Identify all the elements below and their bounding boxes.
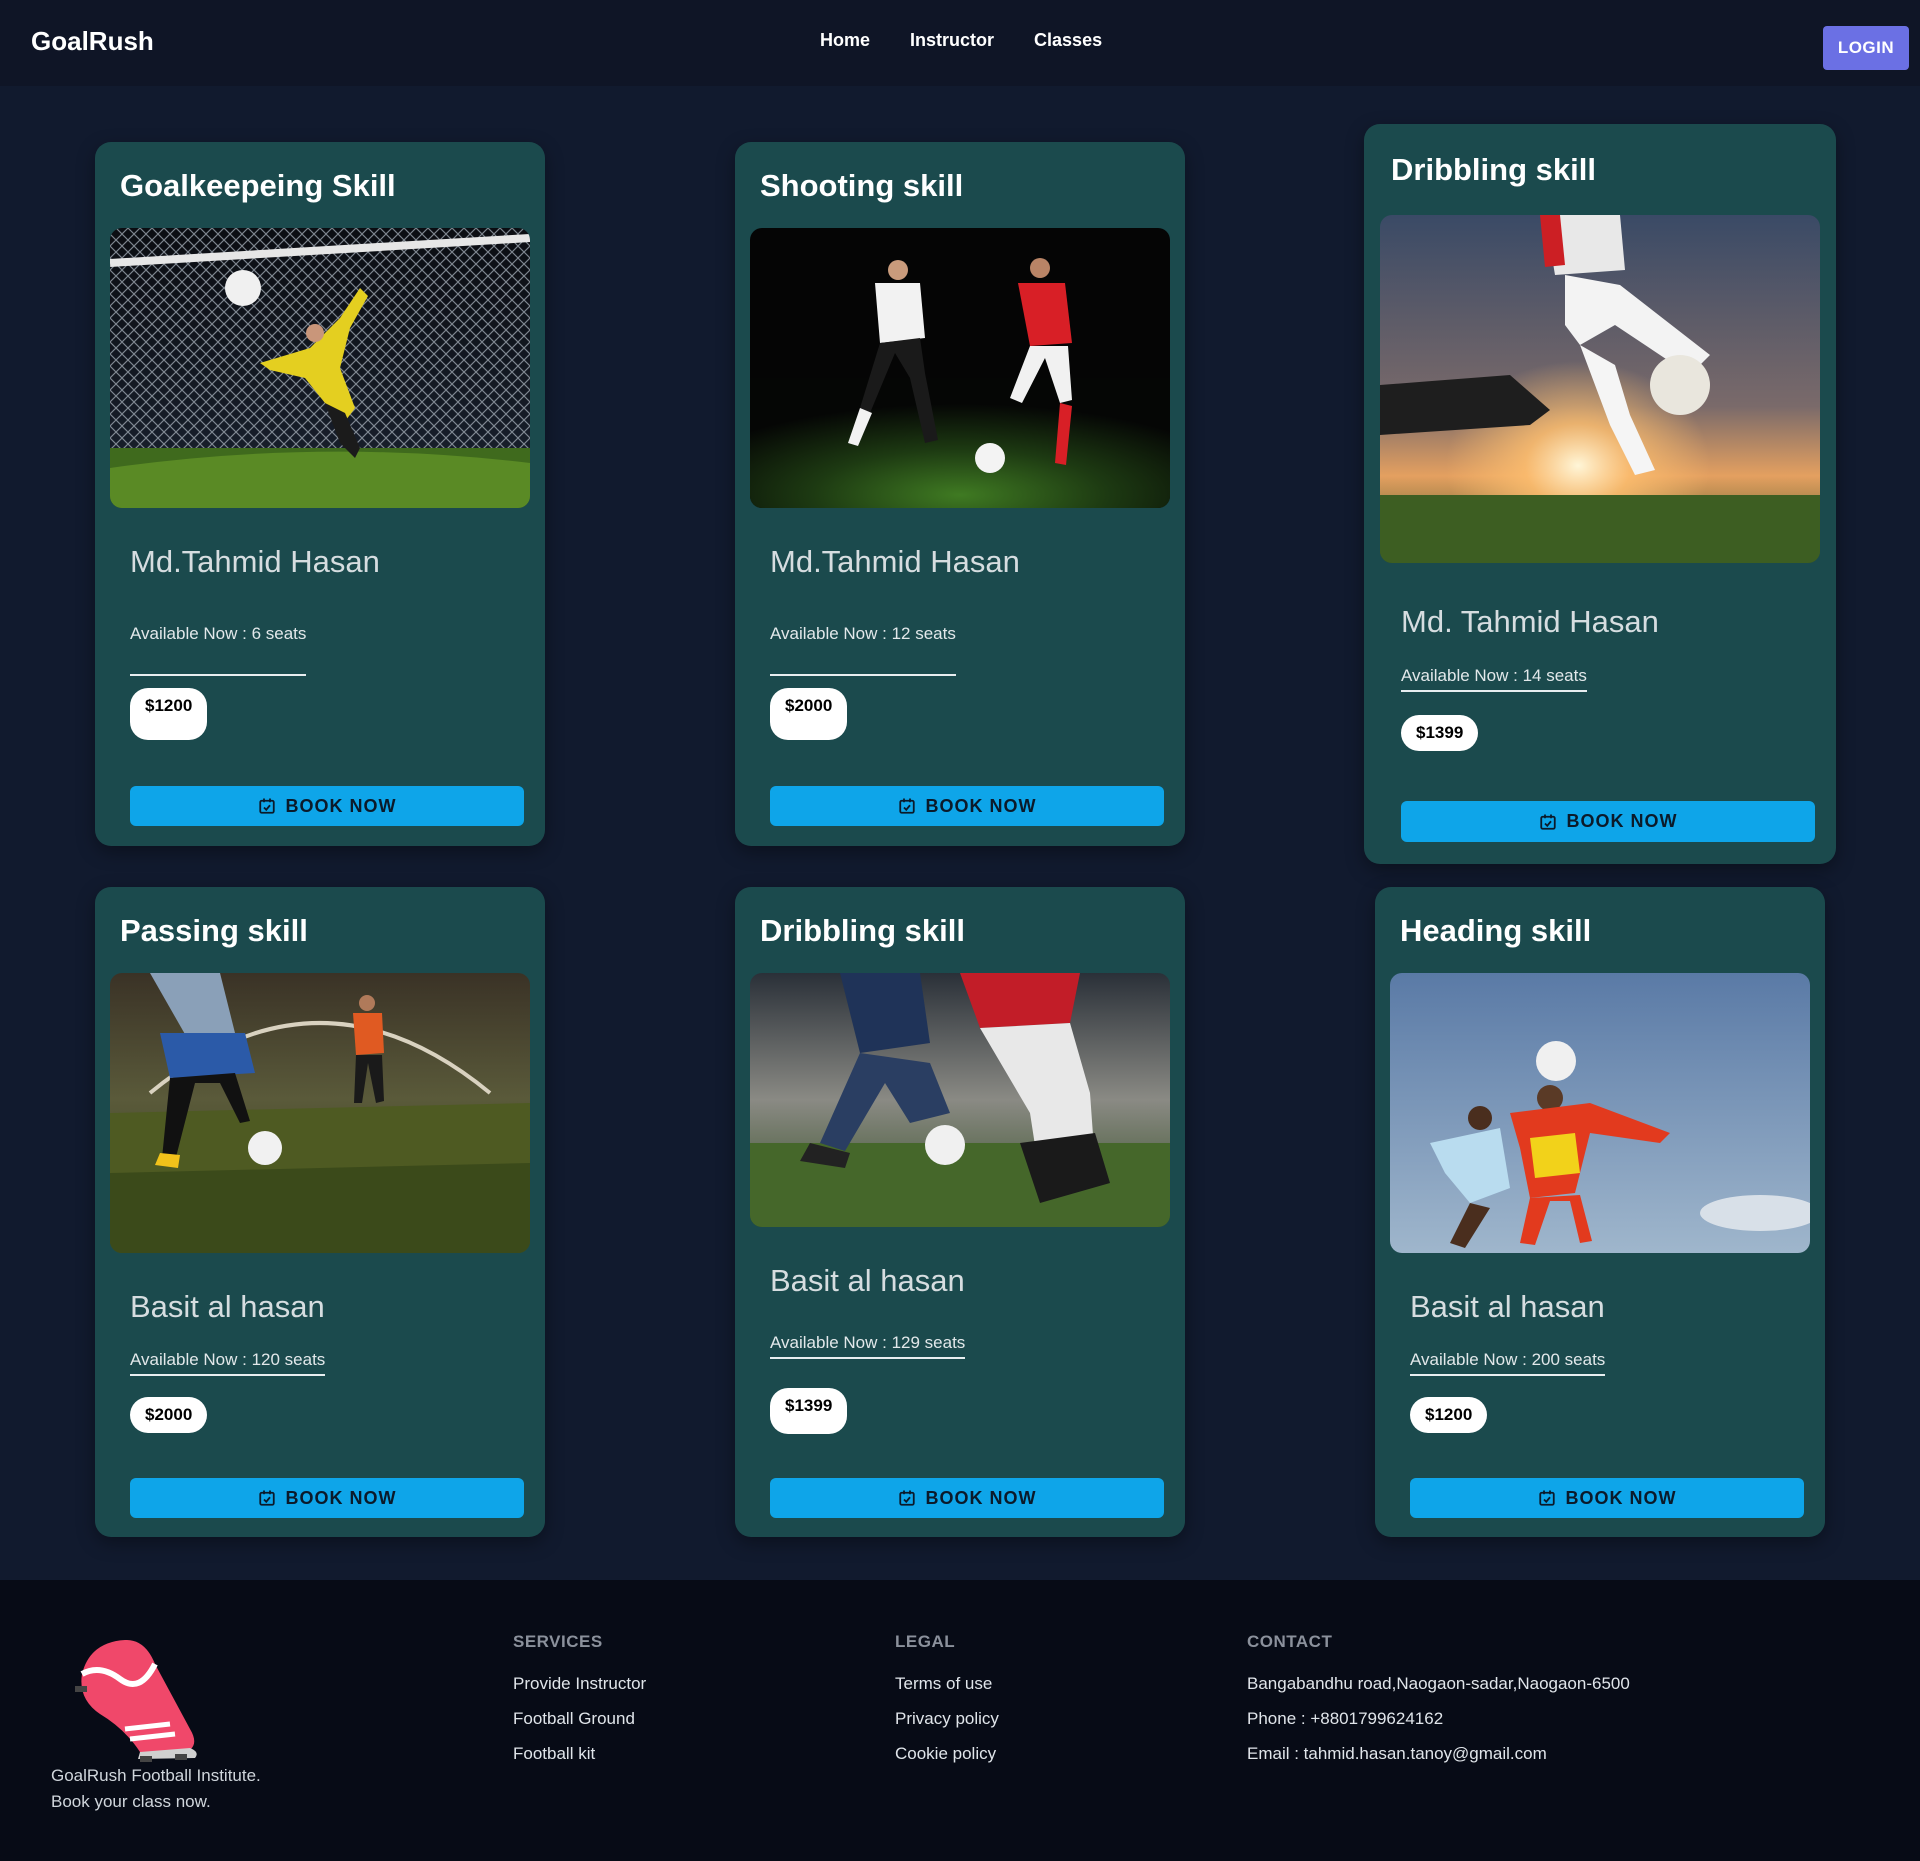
book-now-label: BOOK NOW <box>285 1487 397 1508</box>
calendar-check-icon <box>898 1489 916 1507</box>
footer-tagline-line2: Book your class now. <box>51 1792 211 1811</box>
class-card: Heading skill Basit al hasan Available N… <box>1375 887 1825 1537</box>
available-seats: Available Now : 12 seats <box>770 624 956 676</box>
available-seats: Available Now : 120 seats <box>130 1350 326 1376</box>
nav-links: Home Instructor Classes <box>820 30 1142 51</box>
instructor-name: Md.Tahmid Hasan <box>130 544 380 579</box>
brand-logo-text[interactable]: GoalRush <box>31 26 154 57</box>
class-image <box>750 973 1170 1227</box>
player-kicking-ball-sunset-photo <box>1380 215 1820 563</box>
class-image <box>110 228 530 508</box>
book-now-button[interactable]: BOOK NOW <box>770 786 1164 826</box>
footer-contact: CONTACT Bangabandhu road,Naogaon-sadar,N… <box>1247 1632 1630 1779</box>
calendar-check-icon <box>1539 813 1557 831</box>
footer-link-cookie[interactable]: Cookie policy <box>895 1744 999 1764</box>
available-seats: Available Now : 129 seats <box>770 1333 966 1359</box>
footer-link-football-ground[interactable]: Football Ground <box>513 1709 646 1729</box>
login-button[interactable]: LOGIN <box>1823 26 1909 70</box>
nav-home-link[interactable]: Home <box>820 30 870 51</box>
class-title: Dribbling skill <box>760 913 965 948</box>
instructor-name: Basit al hasan <box>1410 1289 1605 1324</box>
book-now-label: BOOK NOW <box>925 795 1037 816</box>
football-boot-logo <box>75 1639 197 1762</box>
class-card: Dribbling skill Md. Tahmid Hasan Availab… <box>1364 124 1836 864</box>
dribbling-stadium-photo <box>750 973 1170 1227</box>
instructor-name: Md. Tahmid Hasan <box>1401 604 1659 639</box>
price-badge: $1399 <box>770 1388 848 1434</box>
nav-instructor-link[interactable]: Instructor <box>910 30 994 51</box>
footer-link-football-kit[interactable]: Football kit <box>513 1744 646 1764</box>
class-image <box>1380 215 1820 563</box>
footer-services: SERVICES Provide Instructor Football Gro… <box>513 1632 646 1779</box>
available-seats: Available Now : 6 seats <box>130 624 307 676</box>
class-title: Passing skill <box>120 913 308 948</box>
footer-contact-address: Bangabandhu road,Naogaon-sadar,Naogaon-6… <box>1247 1674 1630 1693</box>
book-now-label: BOOK NOW <box>1566 811 1678 831</box>
footer-link-provide-instructor[interactable]: Provide Instructor <box>513 1674 646 1694</box>
class-title: Goalkeepeing Skill <box>120 168 396 203</box>
class-image <box>110 973 530 1253</box>
page-footer: GoalRush Football Institute. Book your c… <box>0 1580 1920 1861</box>
footer-link-terms[interactable]: Terms of use <box>895 1674 999 1694</box>
nav-classes-link[interactable]: Classes <box>1034 30 1102 51</box>
class-card: Shooting skill Md.Tahmid Hasan Available… <box>735 142 1185 846</box>
available-seats: Available Now : 14 seats <box>1401 666 1587 692</box>
instructor-name: Basit al hasan <box>770 1263 965 1298</box>
class-card: Goalkeepeing Skill Md.Tahmid Hasan Avail… <box>95 142 545 846</box>
footer-contact-heading: CONTACT <box>1247 1632 1333 1651</box>
instructor-name: Md.Tahmid Hasan <box>770 544 1020 579</box>
class-card: Dribbling skill Basit al hasan Available… <box>735 887 1185 1537</box>
class-title: Shooting skill <box>760 168 964 203</box>
calendar-check-icon <box>258 797 276 815</box>
class-title: Dribbling skill <box>1391 152 1596 187</box>
top-navbar: GoalRush Home Instructor Classes LOGIN <box>0 0 1920 86</box>
footer-tagline-line1: GoalRush Football Institute. <box>51 1766 261 1785</box>
price-badge: $1200 <box>1410 1397 1488 1433</box>
footer-link-privacy[interactable]: Privacy policy <box>895 1709 999 1729</box>
book-now-label: BOOK NOW <box>925 1487 1037 1508</box>
book-now-label: BOOK NOW <box>285 795 397 816</box>
book-now-button[interactable]: BOOK NOW <box>1401 801 1815 842</box>
price-badge: $2000 <box>770 688 848 740</box>
calendar-check-icon <box>1538 1489 1556 1507</box>
footer-tagline: GoalRush Football Institute. Book your c… <box>51 1763 261 1815</box>
price-badge: $2000 <box>130 1397 208 1433</box>
footer-contact-email: Email : tahmid.hasan.tanoy@gmail.com <box>1247 1744 1547 1763</box>
book-now-button[interactable]: BOOK NOW <box>770 1478 1164 1518</box>
calendar-check-icon <box>898 797 916 815</box>
class-title: Heading skill <box>1400 913 1592 948</box>
book-now-button[interactable]: BOOK NOW <box>130 1478 524 1518</box>
kids-heading-ball-photo <box>1390 973 1810 1253</box>
indoor-passing-photo <box>110 973 530 1253</box>
price-badge: $1200 <box>130 688 208 740</box>
class-image <box>750 228 1170 508</box>
available-seats: Available Now : 200 seats <box>1410 1350 1606 1376</box>
book-now-button[interactable]: BOOK NOW <box>130 786 524 826</box>
book-now-label: BOOK NOW <box>1565 1487 1677 1508</box>
footer-contact-phone: Phone : +8801799624162 <box>1247 1709 1444 1728</box>
footer-legal-heading: LEGAL <box>895 1632 956 1651</box>
footer-legal: LEGAL Terms of use Privacy policy Cookie… <box>895 1632 999 1779</box>
calendar-check-icon <box>258 1489 276 1507</box>
class-card: Passing skill Basit al hasan Available N… <box>95 887 545 1537</box>
goalkeeper-diving-photo <box>110 228 530 508</box>
book-now-button[interactable]: BOOK NOW <box>1410 1478 1804 1518</box>
price-badge: $1399 <box>1401 715 1479 751</box>
footer-services-heading: SERVICES <box>513 1632 603 1651</box>
class-image <box>1390 973 1810 1253</box>
instructor-name: Basit al hasan <box>130 1289 325 1324</box>
two-players-shooting-photo <box>750 228 1170 508</box>
